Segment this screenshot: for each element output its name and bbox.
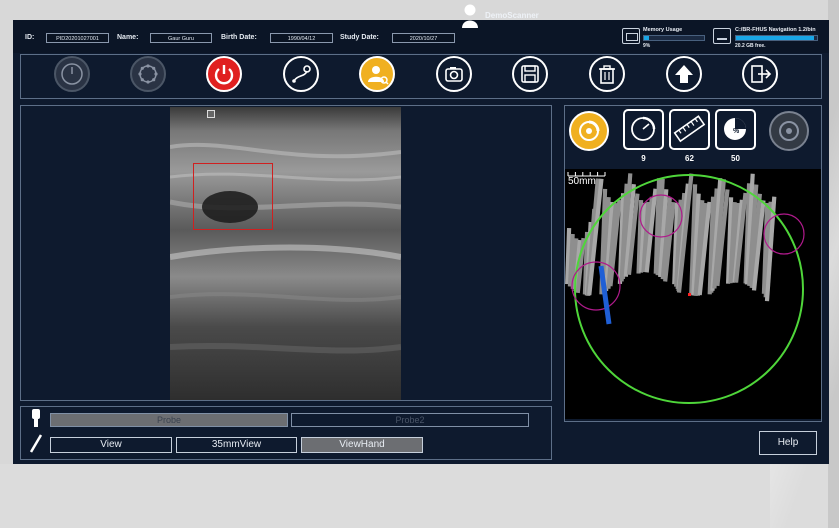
image-marker-icon bbox=[207, 110, 215, 118]
percent-pie-icon: % bbox=[724, 118, 746, 140]
birth-date-field[interactable]: 1990/04/12 bbox=[270, 33, 333, 43]
save-icon bbox=[521, 65, 539, 83]
ultrasound-image[interactable] bbox=[170, 107, 401, 400]
study-date-label: Study Date: bbox=[340, 34, 379, 41]
scale-label: 50mm bbox=[568, 176, 596, 187]
scan-disc-button[interactable] bbox=[569, 111, 609, 151]
rotate-gauge-icon bbox=[631, 116, 656, 141]
disk-free-label: 20.2 GB free. bbox=[735, 43, 766, 49]
pen-icon bbox=[29, 434, 43, 453]
ultrasound-scan bbox=[170, 107, 401, 400]
exit-icon bbox=[751, 65, 772, 83]
id-label: ID: bbox=[25, 34, 35, 41]
disk-bar bbox=[735, 35, 818, 41]
memory-bar bbox=[643, 35, 705, 41]
breast-coverage-map[interactable]: 50mm bbox=[565, 169, 821, 419]
save-button[interactable] bbox=[512, 56, 548, 92]
power-button[interactable] bbox=[206, 56, 242, 92]
help-button[interactable]: Help bbox=[759, 431, 817, 455]
probe-2-button[interactable]: Probe2 bbox=[291, 413, 529, 427]
study-date-field[interactable]: 2020/10/27 bbox=[392, 33, 455, 43]
memory-percent: 9% bbox=[643, 43, 651, 49]
route-icon bbox=[292, 65, 311, 83]
id-field[interactable]: PID20201027001 bbox=[46, 33, 109, 43]
user-avatar-icon bbox=[462, 4, 478, 28]
probe-1-button[interactable]: Probe bbox=[50, 413, 288, 427]
route-button[interactable] bbox=[283, 56, 319, 92]
disk-path-label: C:/BR-FHUS Navigation 1.2/bin bbox=[735, 27, 816, 33]
view-button[interactable]: View bbox=[50, 437, 172, 453]
length-count: 62 bbox=[685, 154, 694, 163]
upload-arrow-icon bbox=[675, 65, 693, 83]
user-name: DemoScanner bbox=[485, 11, 539, 20]
memory-label: Memory Usage bbox=[643, 27, 683, 33]
exit-button[interactable] bbox=[742, 56, 778, 92]
disc-off-button[interactable] bbox=[769, 111, 809, 151]
scan-disc-icon bbox=[579, 120, 600, 141]
camera-icon bbox=[445, 67, 463, 82]
disc-off-icon bbox=[779, 121, 799, 141]
length-stat-box[interactable] bbox=[669, 109, 710, 150]
svg-text:%: % bbox=[733, 128, 740, 135]
camera-button[interactable] bbox=[436, 56, 472, 92]
upload-button[interactable] bbox=[666, 56, 702, 92]
nipple-marker bbox=[688, 293, 691, 296]
coverage-stat-box[interactable]: % bbox=[715, 109, 756, 150]
probe-icon bbox=[32, 409, 40, 427]
user-search-button[interactable] bbox=[359, 56, 395, 92]
region-of-interest-box[interactable] bbox=[193, 163, 273, 230]
rotation-count: 9 bbox=[641, 154, 646, 163]
gauge-button[interactable] bbox=[54, 56, 90, 92]
ring-icon bbox=[138, 64, 158, 84]
memory-icon bbox=[622, 28, 640, 44]
35mm-view-button[interactable]: 35mmView bbox=[176, 437, 297, 453]
memory-bar-fill bbox=[644, 36, 649, 40]
disk-bar-fill bbox=[736, 36, 814, 40]
ring-button[interactable] bbox=[130, 56, 166, 92]
gauge-icon bbox=[61, 63, 83, 85]
disk-icon bbox=[713, 28, 731, 44]
name-field[interactable]: Gaur Guru bbox=[150, 33, 212, 43]
coverage-map-svg: 50mm bbox=[565, 172, 805, 404]
power-icon bbox=[214, 65, 234, 85]
coverage-count: 50 bbox=[731, 154, 740, 163]
page-background bbox=[0, 464, 839, 528]
name-label: Name: bbox=[117, 34, 139, 41]
sweep-strips bbox=[565, 173, 777, 302]
delete-button[interactable] bbox=[589, 56, 625, 92]
rotation-stat-box[interactable] bbox=[623, 109, 664, 150]
ruler-icon bbox=[673, 115, 706, 143]
birth-date-label: Birth Date: bbox=[221, 34, 257, 41]
user-search-icon bbox=[368, 66, 389, 85]
view-hand-button[interactable]: ViewHand bbox=[301, 437, 423, 453]
trash-icon bbox=[599, 65, 615, 84]
